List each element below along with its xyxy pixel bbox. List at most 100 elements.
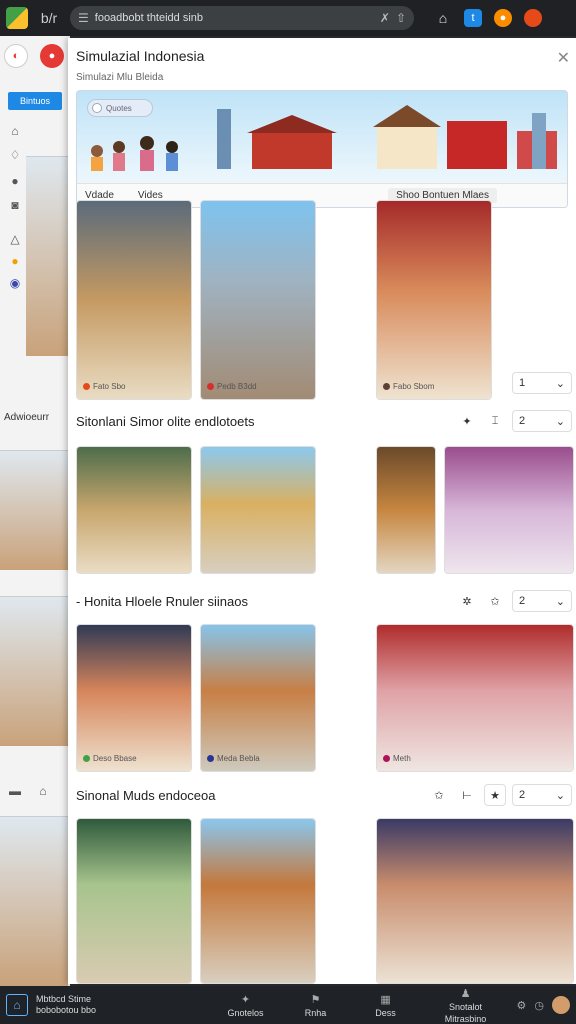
store-card[interactable]	[76, 818, 192, 984]
dropdown-value: 2	[519, 415, 526, 427]
home-icon[interactable]: ⌂	[434, 9, 452, 27]
card-caption: Fabo Sbom	[383, 382, 434, 391]
background-store-image	[0, 450, 68, 570]
bottom-nav-label: Rnha	[304, 1007, 327, 1018]
store-card[interactable]: Meda Bebla	[200, 624, 316, 772]
bottom-nav-item[interactable]: ⚑ Rnha	[281, 993, 351, 1018]
sidebar-item-active[interactable]: Bintuos	[8, 92, 62, 110]
share-icon[interactable]: ⇧	[396, 11, 406, 25]
card-caption-text: Meth	[393, 754, 411, 763]
address-bar[interactable]: ☰ fooadbobt thteidd sinb ✗ ⇧	[70, 6, 414, 30]
bottom-sub-label: Mitrasbino	[444, 1013, 487, 1024]
dot-icon[interactable]: ●	[8, 174, 22, 188]
card-caption: Pedb B3dd	[207, 382, 257, 391]
store-card[interactable]	[200, 446, 316, 574]
star-icon[interactable]: ✩	[428, 784, 450, 806]
compass-icon: ✦	[240, 993, 251, 1006]
circle-icon[interactable]: ◉	[8, 276, 22, 290]
bottom-nav-item[interactable]: ♟ Snotalot Mitrasbino	[421, 987, 511, 1024]
bottom-nav-item[interactable]: ▦ Dess	[351, 993, 421, 1018]
card-caption-text: Pedb B3dd	[217, 382, 257, 391]
dropdown-value: 2	[519, 595, 526, 607]
camera-icon[interactable]: ◙	[8, 198, 22, 212]
store-card[interactable]: Deso Bbase	[76, 624, 192, 772]
store-card[interactable]: Pedb B3dd	[200, 200, 316, 400]
home-icon[interactable]: ⌂	[8, 124, 22, 138]
background-page-strip: Bintuos ⌂ ♢ ● ◙ △ ● ◉ Adwioeurr ▬ ⌂	[0, 36, 70, 986]
chip-icon	[83, 383, 90, 390]
city-illustration	[91, 105, 557, 171]
store-card[interactable]: Fato Sbo	[76, 200, 192, 400]
briefcase-icon[interactable]: ▬	[8, 784, 22, 798]
notification-icon[interactable]: ●	[494, 9, 512, 27]
store-image	[77, 819, 191, 983]
filter-icon[interactable]: ⌶	[484, 410, 506, 432]
chip-icon	[383, 383, 390, 390]
home-icon[interactable]: ⌂	[6, 994, 28, 1016]
flag-icon: ⚑	[310, 993, 321, 1006]
app-title: Mbtbcd Stime bobobotou bbo	[36, 994, 96, 1016]
background-store-image	[0, 596, 68, 746]
brand-icon[interactable]: ◐	[4, 44, 28, 68]
card-caption-text: Fabo Sbom	[393, 382, 435, 391]
bell-icon[interactable]: ♢	[8, 148, 22, 162]
store-card[interactable]	[376, 818, 574, 984]
chevron-down-icon: ⌄	[555, 415, 565, 428]
bottom-nav-item[interactable]: ✦ Gnotelos	[211, 993, 281, 1018]
section-3-controls: ✲ ✩ 2 ⌄	[456, 590, 572, 612]
section-2-dropdown[interactable]: 2 ⌄	[512, 410, 572, 432]
card-caption: Deso Bbase	[83, 754, 137, 763]
star-icon[interactable]: ●	[8, 254, 22, 268]
close-icon[interactable]: ✕	[557, 48, 570, 68]
app-logo-icon[interactable]	[6, 7, 28, 29]
section-4-dropdown[interactable]: 2 ⌄	[512, 784, 572, 806]
avatar[interactable]	[524, 9, 542, 27]
browser-toolbar: b/r ☰ fooadbobt thteidd sinb ✗ ⇧ ⌂ t ●	[0, 0, 576, 36]
grid-icon: ▦	[380, 993, 391, 1006]
section-4-controls: ✩ ⊢ ★ 2 ⌄	[428, 784, 572, 806]
background-store-image	[0, 816, 68, 986]
avatar[interactable]	[552, 996, 570, 1014]
store-image	[377, 625, 573, 771]
store-dialog: Simulazial Indonesia Simulazi Mlu Bleida…	[68, 38, 576, 984]
store-card[interactable]: Fabo Sbom	[376, 200, 492, 400]
minus-icon[interactable]: ⊢	[456, 784, 478, 806]
browser-title-glyph: b/r	[40, 10, 58, 26]
store-card[interactable]	[76, 446, 192, 574]
star-icon[interactable]: ✦	[456, 410, 478, 432]
translate-icon[interactable]: ✗	[380, 11, 390, 25]
star-icon[interactable]: ✩	[484, 590, 506, 612]
dialog-subtitle: Simulazi Mlu Bleida	[76, 72, 164, 83]
favorite-icon[interactable]: ★	[484, 784, 506, 806]
chip-icon	[207, 383, 214, 390]
tag-icon[interactable]: ⌂	[36, 784, 50, 798]
alert-icon[interactable]: △	[8, 232, 22, 246]
menu-icon[interactable]: ☰	[78, 11, 89, 25]
settings-icon[interactable]: ⚙	[517, 999, 527, 1012]
store-card[interactable]	[376, 446, 436, 574]
person-icon: ♟	[460, 987, 471, 1000]
address-text[interactable]: fooadbobt thteidd sinb	[95, 12, 374, 24]
card-caption: Meth	[383, 754, 411, 763]
dialog-title: Simulazial Indonesia	[76, 48, 205, 64]
city-banner: Quotes Vdade Vides Shoo Bontuen Mlaes	[76, 90, 568, 208]
section-3-dropdown[interactable]: 2 ⌄	[512, 590, 572, 612]
card-caption-text: Fato Sbo	[93, 382, 126, 391]
section-1-dropdown[interactable]: 1 ⌄	[512, 372, 572, 394]
app-title-line2: bobobotou bbo	[36, 1005, 97, 1015]
clock-icon[interactable]: ◷	[534, 999, 544, 1012]
chip-icon	[383, 755, 390, 762]
card-caption-text: Deso Bbase	[93, 754, 137, 763]
store-card[interactable]: Meth	[376, 624, 574, 772]
store-card[interactable]	[200, 818, 316, 984]
extension-icon[interactable]: t	[464, 9, 482, 27]
store-image	[77, 447, 191, 573]
store-image	[77, 625, 191, 771]
gear-icon[interactable]: ✲	[456, 590, 478, 612]
background-store-image	[26, 156, 70, 356]
record-icon[interactable]: ●	[40, 44, 64, 68]
chip-icon	[83, 755, 90, 762]
dropdown-value: 1	[519, 377, 526, 389]
store-card[interactable]	[444, 446, 574, 574]
chip-icon	[207, 755, 214, 762]
